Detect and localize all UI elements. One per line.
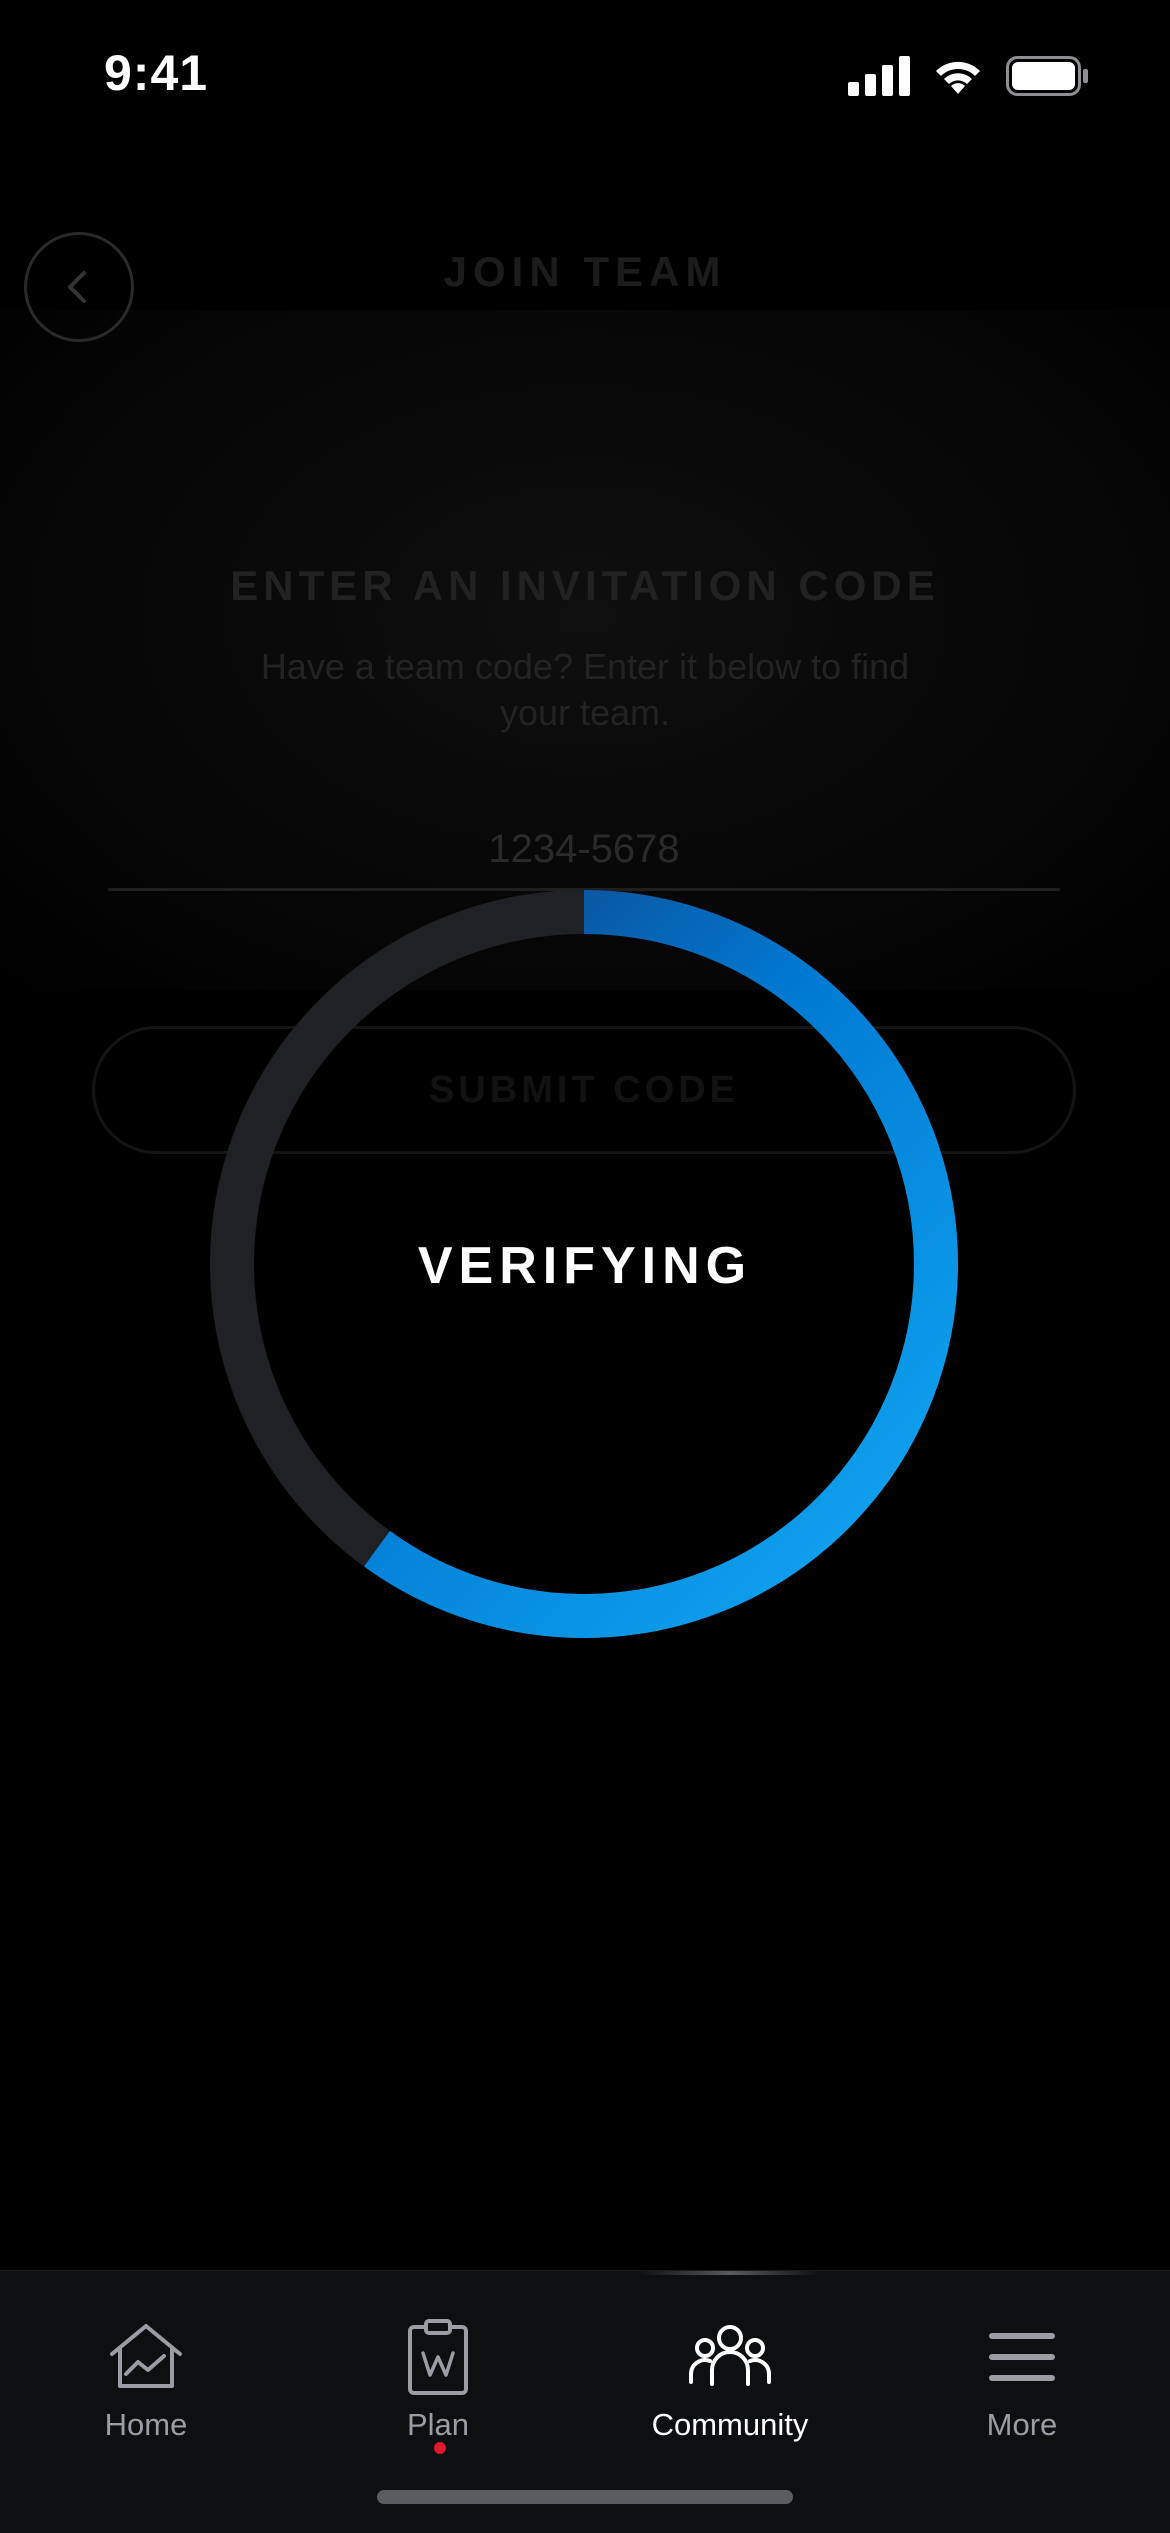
tab-more[interactable]: More	[876, 2315, 1168, 2465]
tab-home-label: Home	[104, 2407, 188, 2442]
status-bar: 9:41	[0, 0, 1170, 150]
verifying-overlay: VERIFYING	[0, 0, 1170, 2532]
status-time: 9:41	[104, 45, 209, 101]
wifi-icon	[936, 61, 980, 94]
tab-plan-label: Plan	[406, 2407, 470, 2442]
tab-home[interactable]: Home	[0, 2315, 292, 2465]
status-icons	[848, 56, 1090, 96]
tab-community[interactable]: Community	[584, 2315, 876, 2465]
verifying-label: VERIFYING	[417, 1237, 753, 1295]
join-team-screen: 9:41 JOIN TEAM ENTER AN INVITATION CODE …	[0, 0, 1170, 2533]
people-group-icon	[688, 2315, 772, 2399]
tab-more-label: More	[986, 2407, 1058, 2442]
home-icon	[104, 2315, 188, 2399]
tab-community-label: Community	[651, 2407, 809, 2442]
battery-icon	[1006, 56, 1088, 96]
menu-icon	[980, 2315, 1064, 2399]
cellular-signal-icon	[848, 56, 910, 96]
clipboard-plan-icon	[396, 2315, 480, 2399]
tab-bar-highlight	[640, 2271, 820, 2275]
home-indicator[interactable]	[377, 2490, 793, 2504]
plan-notification-badge	[434, 2442, 446, 2454]
